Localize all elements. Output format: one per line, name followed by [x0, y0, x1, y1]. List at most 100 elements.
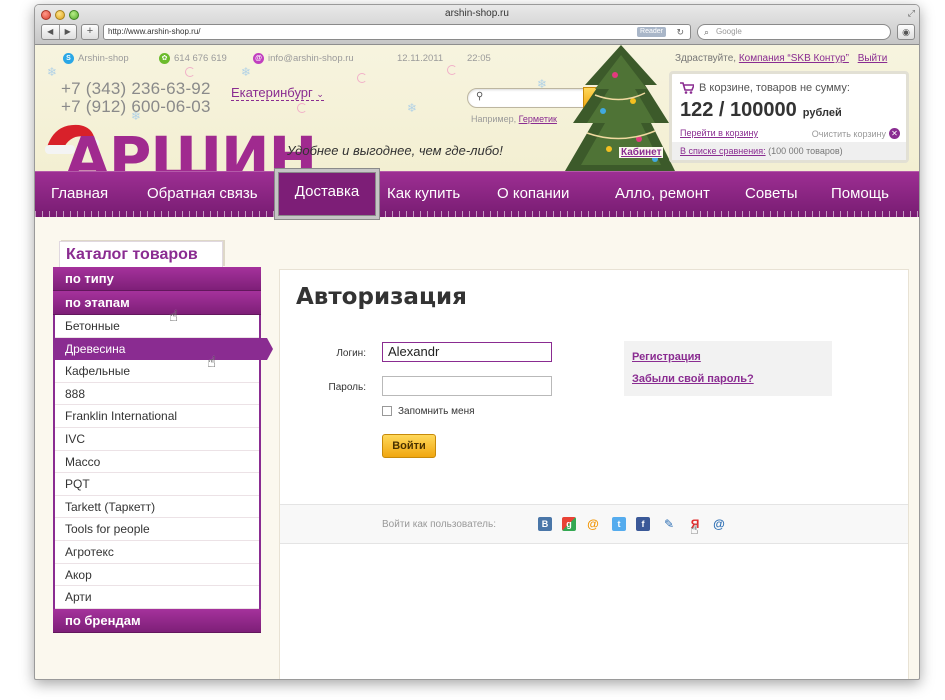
social-login-label: Войти как пользователь:: [382, 519, 496, 530]
reader-button[interactable]: Reader: [637, 27, 666, 37]
catalog-by-brand[interactable]: по брендам: [53, 608, 261, 633]
google-icon[interactable]: g: [562, 517, 576, 531]
date: 12.11.2011: [397, 53, 444, 64]
mail-ru-icon[interactable]: @: [586, 517, 600, 531]
vkontakte-icon[interactable]: B: [538, 517, 552, 531]
login-button[interactable]: Войти: [382, 434, 436, 458]
catalog-item[interactable]: Агротекс: [55, 541, 259, 564]
address-bar[interactable]: http://www.arshin-shop.ru/ Reader ↻: [103, 24, 691, 40]
facebook-icon[interactable]: f: [636, 517, 650, 531]
twitter-icon[interactable]: t: [612, 517, 626, 531]
page: ❄ ❄ ❄ ❄ ❄ S Arshin-shop ✿ 614 676 619 @ …: [35, 45, 919, 679]
menu-item-feedback[interactable]: Обратная связь: [147, 185, 258, 202]
email-icon[interactable]: @: [712, 517, 726, 531]
search-icon: ⌕: [704, 27, 710, 37]
menu-item-about[interactable]: О копании: [497, 185, 569, 202]
back-button[interactable]: ◀: [42, 25, 59, 39]
pointer-hand-icon: ☝: [690, 521, 699, 537]
main-menu: Главная Обратная связь Как купить О копа…: [35, 171, 919, 217]
compare-link[interactable]: В списке сравнения:: [680, 146, 766, 156]
remember-label: Запомнить меня: [398, 406, 475, 417]
catalog-item[interactable]: IVC: [55, 428, 259, 451]
register-link[interactable]: Регистрация: [632, 351, 701, 363]
ruler-decoration: [35, 211, 919, 217]
catalog-sidebar: по типу по этапам Бетонные Древесина Каф…: [53, 267, 273, 633]
login-input[interactable]: Alexandr: [382, 342, 552, 362]
catalog-item[interactable]: Franklin International: [55, 405, 259, 428]
catalog-item[interactable]: Кафельные: [55, 360, 259, 383]
auth-panel: Авторизация Логин: Alexandr Пароль: Запо…: [279, 269, 909, 679]
cabinet-link[interactable]: Кабинет: [619, 147, 664, 158]
phone-1: +7 (343) 236-63-92: [61, 79, 211, 98]
forgot-password-link[interactable]: Забыли свой пароль?: [632, 373, 754, 385]
skype-text: Arshin-shop: [78, 53, 129, 64]
at-icon: @: [253, 53, 264, 64]
decor-swirl: [357, 73, 367, 83]
catalog-item[interactable]: 888: [55, 383, 259, 406]
menu-item-home[interactable]: Главная: [51, 185, 108, 202]
catalog-by-stage[interactable]: по этапам: [53, 291, 261, 315]
cart-title: В корзине, товаров не сумму:: [680, 82, 850, 94]
menu-item-delivery[interactable]: Доставка: [275, 169, 379, 219]
catalog-by-type[interactable]: по типу: [53, 267, 261, 291]
site-header: ❄ ❄ ❄ ❄ ❄ S Arshin-shop ✿ 614 676 619 @ …: [35, 45, 919, 171]
browser-search-placeholder: Google: [716, 27, 742, 36]
page-menu-button[interactable]: ◉: [897, 24, 915, 40]
slogan: Удобнее и выгоднее, чем где-либо!: [287, 143, 503, 158]
pointer-hand-icon: ☝: [169, 308, 179, 325]
fullscreen-icon[interactable]: ⤢: [908, 8, 915, 19]
snowflake-icon: ❄: [241, 65, 252, 79]
city-text: Екатеринбург: [231, 85, 313, 100]
catalog-item[interactable]: PQT: [55, 473, 259, 496]
search-example: Например, Герметик: [471, 114, 557, 124]
email-text: info@arshin-shop.ru: [268, 53, 354, 64]
browser-window: arshin-shop.ru ⤢ ◀ ▶ + http://www.arshin…: [34, 4, 920, 680]
catalog-item[interactable]: Tarkett (Таркетт): [55, 496, 259, 519]
icq-contact: ✿ 614 676 619: [159, 53, 227, 64]
email-contact: @ info@arshin-shop.ru: [253, 53, 354, 64]
cart-widget: В корзине, товаров не сумму: 122 / 10000…: [669, 71, 909, 163]
menu-item-how-to-buy[interactable]: Как купить: [387, 185, 460, 202]
social-login-bar: Войти как пользователь: B g @ t f ✎ Я @ …: [280, 504, 908, 544]
clear-cart-button[interactable]: Очистить корзину ✕: [812, 128, 900, 139]
remember-checkbox[interactable]: [382, 406, 392, 416]
auth-links: Регистрация Забыли свой пароль?: [624, 341, 832, 396]
catalog-item[interactable]: Macco: [55, 451, 259, 474]
browser-search-input[interactable]: ⌕ Google: [697, 24, 891, 40]
catalog-item[interactable]: Бетонные: [55, 315, 259, 338]
livejournal-icon[interactable]: ✎: [662, 517, 676, 531]
logout-link[interactable]: Выйти: [858, 53, 888, 64]
example-prefix: Например,: [471, 114, 517, 124]
add-bookmark-button[interactable]: +: [81, 24, 99, 40]
cart-count-value: 122 / 100000: [680, 99, 797, 121]
back-forward-buttons: ◀ ▶: [41, 24, 77, 40]
catalog-item[interactable]: Арти: [55, 586, 259, 609]
pointer-hand-icon: ☝: [207, 354, 217, 371]
go-to-cart-link[interactable]: Перейти в корзину: [680, 128, 758, 138]
reload-icon[interactable]: ↻: [676, 25, 684, 39]
example-link[interactable]: Герметик: [519, 114, 557, 124]
title-bar: arshin-shop.ru ⤢ ◀ ▶ + http://www.arshin…: [35, 5, 919, 45]
menu-item-delivery-label: Доставка: [294, 183, 360, 200]
greeting-text: Здраствуйте,: [675, 53, 737, 64]
cart-title-text: В корзине, товаров не сумму:: [699, 82, 850, 94]
time: 22:05: [467, 53, 491, 64]
compare-bar: В списке сравнения: (100 000 товаров): [672, 142, 906, 160]
cart-unit: рублей: [802, 107, 842, 119]
close-icon: ✕: [889, 128, 900, 139]
site-logo[interactable]: АРШИН: [65, 129, 317, 171]
catalog-item-active[interactable]: Древесина: [55, 337, 273, 361]
company-link[interactable]: Компания “SKB Контур”: [739, 53, 849, 64]
skype-icon: S: [63, 53, 74, 64]
menu-item-repair[interactable]: Алло, ремонт: [615, 185, 710, 202]
forward-button[interactable]: ▶: [58, 25, 77, 39]
menu-item-tips[interactable]: Советы: [745, 185, 797, 202]
catalog-item[interactable]: Tools for people: [55, 518, 259, 541]
password-input[interactable]: [382, 376, 552, 396]
menu-item-help[interactable]: Помощь: [831, 185, 889, 202]
catalog-item[interactable]: Акор: [55, 564, 259, 587]
page-title: Авторизация: [296, 284, 467, 310]
city-selector[interactable]: Екатеринбург ⌄: [231, 85, 324, 101]
user-greeting: Здраствуйте, Компания “SKB Контур” Выйти: [675, 53, 887, 64]
chevron-down-icon: ⌄: [316, 89, 324, 99]
